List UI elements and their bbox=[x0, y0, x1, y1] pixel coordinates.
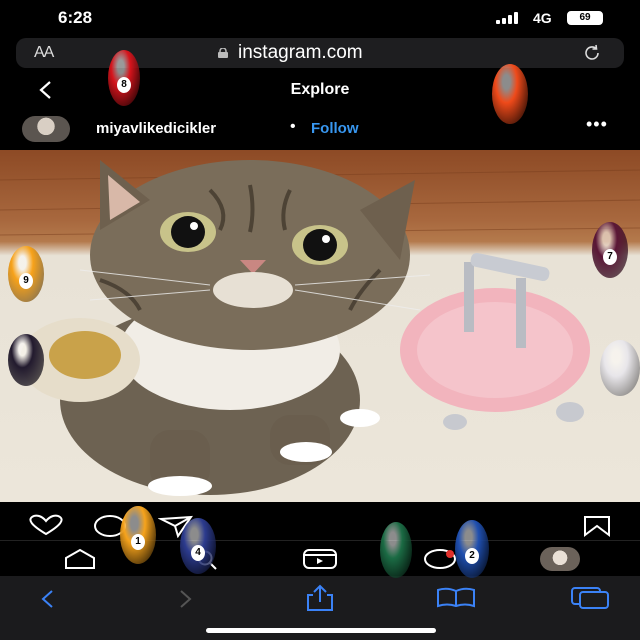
browser-back-icon[interactable] bbox=[38, 588, 56, 610]
cat-photo-illustration bbox=[0, 160, 640, 496]
instagram-tab-bar bbox=[0, 540, 640, 577]
signal-icon bbox=[496, 12, 524, 24]
instagram-header: Explore bbox=[0, 72, 640, 109]
heart-icon[interactable] bbox=[26, 514, 66, 536]
pool-ball-number: 8 bbox=[117, 76, 131, 93]
pool-ball-number: 1 bbox=[131, 533, 145, 550]
reels-icon[interactable] bbox=[302, 548, 338, 570]
post-actions bbox=[0, 502, 640, 542]
pool-ball-number: 9 bbox=[19, 272, 33, 289]
address-bar-area: AA instagram.com bbox=[0, 36, 640, 72]
tabs-icon[interactable] bbox=[570, 586, 610, 610]
page-title: Explore bbox=[290, 81, 350, 98]
pool-ball: 1 bbox=[120, 506, 156, 564]
pool-ball bbox=[380, 522, 412, 578]
pool-ball: 7 bbox=[592, 222, 628, 278]
battery-icon: 69 bbox=[567, 11, 603, 25]
pool-ball: 2 bbox=[455, 520, 489, 578]
pool-ball bbox=[492, 64, 528, 124]
bookmark-icon[interactable] bbox=[582, 514, 612, 538]
text-size-button[interactable]: AA bbox=[34, 44, 54, 62]
pool-ball-number: 7 bbox=[603, 248, 617, 265]
pool-ball: 9 bbox=[8, 246, 44, 302]
post-header: miyavlikedicikler • Follow ••• bbox=[0, 108, 640, 150]
separator-dot: • bbox=[290, 118, 296, 135]
pool-ball-number: 2 bbox=[465, 547, 479, 564]
pool-ball bbox=[600, 340, 640, 396]
username[interactable]: miyavlikedicikler bbox=[96, 120, 216, 137]
follow-button[interactable]: Follow bbox=[311, 120, 359, 137]
pool-ball-number: 4 bbox=[191, 544, 205, 561]
more-options-button[interactable]: ••• bbox=[586, 114, 608, 135]
home-icon[interactable] bbox=[62, 548, 98, 570]
url-text[interactable]: instagram.com bbox=[238, 42, 363, 64]
network-type: 4G bbox=[533, 10, 552, 26]
avatar[interactable] bbox=[22, 116, 70, 142]
lock-icon bbox=[218, 48, 228, 58]
messenger-icon[interactable] bbox=[422, 548, 458, 572]
pool-ball: 8 bbox=[108, 50, 140, 106]
browser-share-icon[interactable] bbox=[304, 584, 336, 612]
browser-forward-icon[interactable] bbox=[177, 588, 195, 610]
pool-ball: 4 bbox=[180, 518, 216, 574]
status-time: 6:28 bbox=[58, 8, 93, 27]
post-photo[interactable] bbox=[0, 150, 640, 502]
reload-icon[interactable] bbox=[582, 43, 602, 63]
status-bar: 6:28 4G 69 bbox=[0, 0, 640, 36]
address-bar[interactable]: AA instagram.com bbox=[16, 38, 624, 68]
home-indicator bbox=[206, 628, 436, 633]
pool-ball bbox=[8, 334, 44, 386]
profile-avatar[interactable] bbox=[540, 547, 580, 571]
bookmarks-icon[interactable] bbox=[436, 586, 476, 608]
